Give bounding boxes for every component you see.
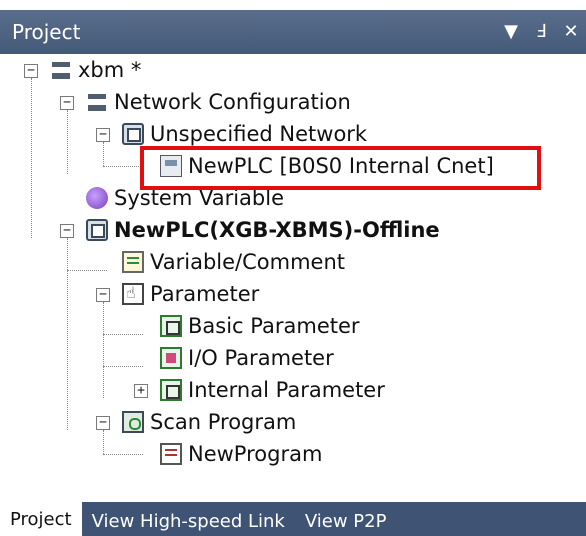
tree-line xyxy=(103,166,143,167)
pin-icon[interactable]: Ⅎ xyxy=(532,23,550,41)
collapse-toggle[interactable]: − xyxy=(24,64,38,78)
tree-item-io-parameter[interactable]: I/O Parameter xyxy=(160,342,334,374)
collapse-toggle[interactable]: − xyxy=(60,96,74,110)
tree-line xyxy=(103,334,143,335)
program-icon xyxy=(160,443,182,465)
basic-parameter-icon xyxy=(160,315,182,337)
tree-line xyxy=(67,270,107,271)
tree-item-network-configuration[interactable]: Network Configuration xyxy=(86,86,351,118)
collapse-toggle[interactable]: − xyxy=(96,416,110,430)
internal-parameter-icon xyxy=(160,379,182,401)
tree-item-label: Scan Program xyxy=(150,410,297,434)
tree-item-label: Unspecified Network xyxy=(150,122,368,146)
tree-item-variable-comment[interactable]: Variable/Comment xyxy=(122,246,345,278)
system-variable-icon xyxy=(86,187,108,209)
collapse-toggle[interactable]: − xyxy=(96,128,110,142)
project-tree: − xbm * − Network Configuration − Unspec… xyxy=(0,54,586,484)
collapse-toggle[interactable]: − xyxy=(96,288,110,302)
variable-comment-icon xyxy=(122,251,144,273)
tab-view-p2p[interactable]: View P2P xyxy=(295,506,397,536)
tree-item-internal-parameter[interactable]: Internal Parameter xyxy=(160,374,385,406)
tab-project[interactable]: Project xyxy=(0,502,82,536)
tree-line xyxy=(67,238,68,430)
tab-view-high-speed-link[interactable]: View High-speed Link xyxy=(82,506,295,536)
tree-line xyxy=(103,142,104,166)
panel-title: Project xyxy=(12,20,81,44)
tree-item-label: NewProgram xyxy=(188,442,323,466)
tree-line xyxy=(31,78,32,238)
tree-line xyxy=(103,430,104,454)
panel-titlebar: Project ▼ Ⅎ ✕ xyxy=(0,10,586,54)
parameter-icon xyxy=(122,283,144,305)
tree-line xyxy=(103,454,143,455)
tree-item-label: NewPLC(XGB-XBMS)-Offline xyxy=(114,218,440,242)
highlight-box xyxy=(140,146,541,190)
network-configuration-icon xyxy=(86,91,108,113)
tree-item-label: Variable/Comment xyxy=(150,250,345,274)
titlebar-buttons: ▼ Ⅎ ✕ xyxy=(502,10,580,54)
tree-item-root[interactable]: xbm * xyxy=(50,54,141,86)
close-icon[interactable]: ✕ xyxy=(562,23,580,41)
network-cube-icon xyxy=(122,123,144,145)
scan-program-icon xyxy=(122,411,144,433)
tree-item-label: Basic Parameter xyxy=(188,314,360,338)
plc-cube-icon xyxy=(86,219,108,241)
tree-item-new-program[interactable]: NewProgram xyxy=(160,438,322,470)
dropdown-icon[interactable]: ▼ xyxy=(502,23,520,41)
tree-item-newplc-offline[interactable]: NewPLC(XGB-XBMS)-Offline xyxy=(86,214,440,246)
tree-item-label: Parameter xyxy=(150,282,260,306)
tree-item-basic-parameter[interactable]: Basic Parameter xyxy=(160,310,360,342)
expand-toggle[interactable]: + xyxy=(134,384,148,398)
tree-item-label: Network Configuration xyxy=(114,90,351,114)
tree-item-label: xbm * xyxy=(78,58,142,82)
tree-item-label: I/O Parameter xyxy=(188,346,334,370)
tree-line xyxy=(103,366,143,367)
io-parameter-icon xyxy=(160,347,182,369)
tree-item-parameter[interactable]: Parameter xyxy=(122,278,259,310)
tree-item-scan-program[interactable]: Scan Program xyxy=(122,406,296,438)
tree-line xyxy=(103,302,104,398)
tab-bar: Project View High-speed Link View P2P xyxy=(0,502,586,536)
tree-item-label: Internal Parameter xyxy=(188,378,385,402)
collapse-toggle[interactable]: − xyxy=(60,224,74,238)
network-project-icon xyxy=(50,59,72,81)
tree-line xyxy=(67,110,68,174)
